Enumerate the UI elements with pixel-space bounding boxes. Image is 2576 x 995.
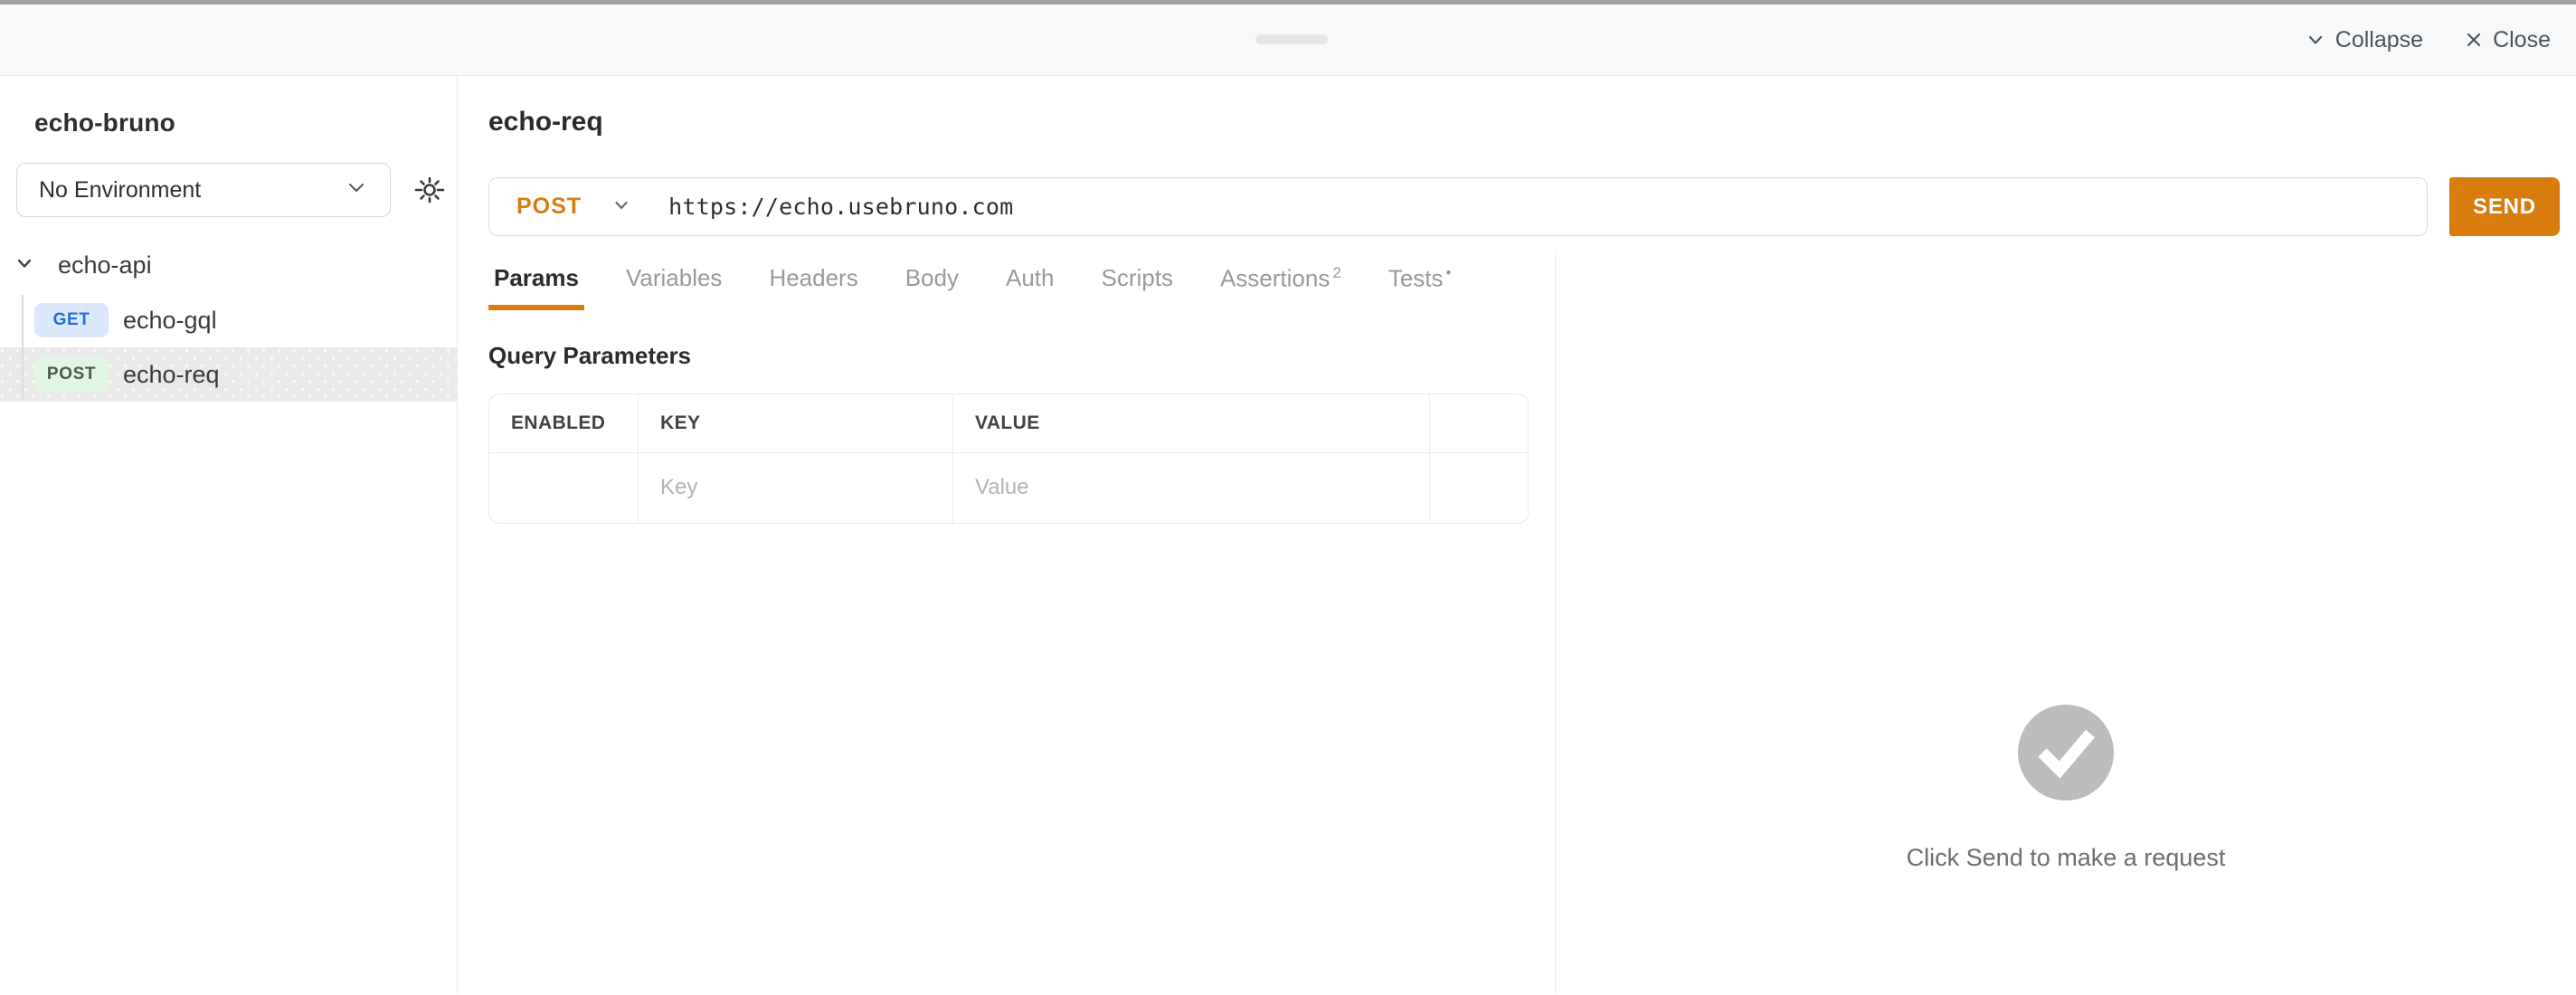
main-panel: echo-req POST https://echo.usebruno.com … (458, 76, 2576, 994)
param-key-input[interactable] (660, 475, 923, 500)
sun-icon[interactable] (409, 169, 450, 211)
response-placeholder-text: Click Send to make a request (1556, 844, 2576, 872)
topbar: Collapse Close (0, 5, 2576, 76)
column-header-enabled: ENABLED (489, 394, 639, 453)
close-icon (2465, 31, 2483, 49)
response-pane: Click Send to make a request (1556, 254, 2576, 994)
tree-indent-guide (22, 295, 24, 400)
url-input[interactable]: https://echo.usebruno.com (668, 194, 1013, 220)
tab-variables[interactable]: Variables (620, 263, 727, 310)
method-badge-post: POST (34, 357, 109, 392)
collapse-label: Collapse (2335, 27, 2423, 53)
close-label: Close (2493, 27, 2551, 53)
environment-select-value: No Environment (39, 177, 201, 204)
checkmark-icon (2018, 703, 2114, 803)
param-value-input[interactable] (975, 475, 1384, 500)
column-header-value: VALUE (953, 394, 1430, 453)
tab-auth[interactable]: Auth (1000, 263, 1060, 310)
query-parameters-title: Query Parameters (488, 342, 1555, 370)
param-enabled-cell (489, 453, 639, 523)
method-select[interactable]: POST (516, 194, 630, 220)
collection-tree: echo-api GET echo-gql POST echo-req (0, 237, 457, 402)
param-actions-cell (1430, 453, 1528, 523)
method-label: POST (516, 194, 582, 220)
tree-folder-label: echo-api (58, 251, 152, 280)
param-value-cell (953, 453, 1430, 523)
chevron-down-icon (612, 196, 630, 217)
method-badge-get: GET (34, 303, 109, 337)
tab-headers[interactable]: Headers (763, 263, 863, 310)
tab-tests[interactable]: Tests• (1383, 263, 1457, 311)
param-key-cell (639, 453, 953, 523)
query-parameters-table: ENABLED KEY VALUE (488, 393, 1529, 524)
request-title: echo-req (488, 109, 2576, 136)
chevron-down-icon (14, 251, 34, 280)
column-header-actions (1430, 394, 1528, 453)
checkmark-circle (2018, 705, 2114, 801)
request-pane: Params Variables Headers Body Auth Scrip… (458, 254, 1556, 994)
collection-name: echo-bruno (34, 109, 457, 137)
tree-folder-echo-api[interactable]: echo-api (0, 237, 457, 293)
sidebar: echo-bruno No Environment (0, 76, 458, 994)
column-header-key: KEY (639, 394, 953, 453)
tree-item-label: echo-req (123, 361, 220, 389)
tree-item-label: echo-gql (123, 307, 217, 335)
chevron-down-icon (2306, 30, 2325, 50)
send-button[interactable]: SEND (2449, 177, 2560, 236)
url-bar: POST https://echo.usebruno.com (488, 177, 2428, 236)
tab-body[interactable]: Body (900, 263, 964, 310)
environment-select[interactable]: No Environment (16, 163, 391, 217)
chevron-down-icon (345, 175, 368, 205)
tab-assertions[interactable]: Assertions2 (1215, 263, 1347, 311)
close-button[interactable]: Close (2465, 27, 2551, 53)
drag-handle[interactable] (1255, 34, 1328, 44)
collapse-button[interactable]: Collapse (2306, 27, 2423, 53)
tab-assertions-count: 2 (1332, 264, 1340, 281)
tree-item-echo-req[interactable]: POST echo-req (0, 347, 457, 402)
tab-scripts[interactable]: Scripts (1095, 263, 1178, 310)
tree-item-echo-gql[interactable]: GET echo-gql (0, 293, 457, 347)
tab-params[interactable]: Params (488, 263, 584, 310)
request-tabs: Params Variables Headers Body Auth Scrip… (488, 263, 1555, 311)
tab-tests-indicator: • (1446, 264, 1452, 281)
